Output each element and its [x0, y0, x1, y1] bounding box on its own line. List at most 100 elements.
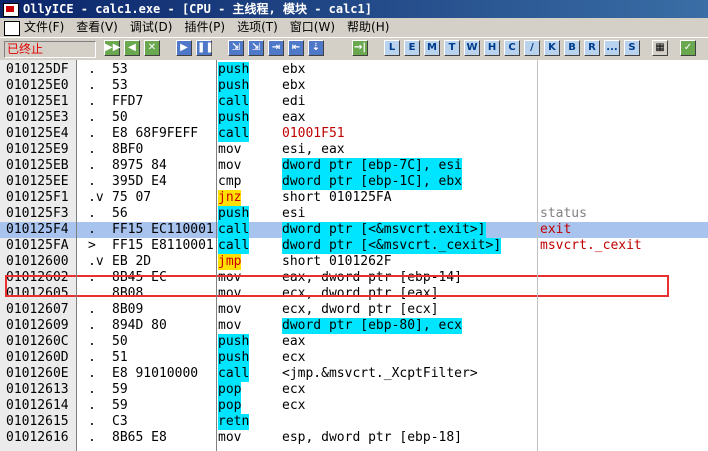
row-address: 010125E1	[6, 94, 69, 109]
disasm-row[interactable]: 010125DF. 53 push ebx	[0, 62, 708, 78]
row-hex: 51	[112, 350, 128, 365]
disasm-row[interactable]: 010125EB. 8975 84 mov dword ptr [ebp-7C], e…	[0, 158, 708, 174]
row-mnemonic: retn	[218, 414, 250, 430]
references-button[interactable]: R	[584, 40, 600, 56]
threads-button[interactable]: T	[444, 40, 460, 56]
menu-window[interactable]: 窗口(W)	[290, 20, 335, 34]
row-mnemonic: call	[218, 238, 250, 254]
row-operand: dword ptr [ebp-1C], ebx	[282, 174, 463, 190]
cpu-button[interactable]: C	[504, 40, 520, 56]
row-marker: .	[88, 318, 96, 333]
disasm-row[interactable]: 010125F3. 56 push esi status	[0, 206, 708, 222]
row-mnemonic: jnz	[218, 190, 242, 206]
source-button[interactable]: S	[624, 40, 640, 56]
patches-button[interactable]: /	[524, 40, 540, 56]
disasm-row[interactable]: 010125F4. FF15 EC110001 call dword ptr [<&m…	[0, 222, 708, 238]
disasm-row[interactable]: 01012616. 8B65 E8 mov esp, dword ptr [ebp-1…	[0, 430, 708, 446]
row-marker: .	[88, 206, 96, 221]
disasm-row[interactable]: 01012615. C3 retn	[0, 414, 708, 430]
open-icon[interactable]: ▶▶	[104, 40, 120, 56]
disasm-row[interactable]: 010125E1. FFD7 call edi	[0, 94, 708, 110]
disasm-row[interactable]: 01012605. 8B08 mov ecx, dword ptr [eax]	[0, 286, 708, 302]
row-address: 010125DF	[6, 62, 69, 77]
step-into-icon[interactable]: ⇲	[228, 40, 244, 56]
disasm-row[interactable]: 010125EE. 395D E4 cmp dword ptr [ebp-1C], e…	[0, 174, 708, 190]
row-operand: esi	[282, 206, 306, 221]
row-mnemonic: push	[218, 206, 250, 222]
row-hex: 59	[112, 382, 128, 397]
row-address: 010125EE	[6, 174, 69, 189]
grid-icon[interactable]: ▦	[652, 40, 668, 56]
disasm-row[interactable]: 01012609. 894D 80 mov dword ptr [ebp-80], e…	[0, 318, 708, 334]
row-operand: short 010125FA	[282, 190, 392, 205]
restart-icon[interactable]: ◀	[124, 40, 140, 56]
check-icon[interactable]: ✓	[680, 40, 696, 56]
menu-view[interactable]: 查看(V)	[76, 20, 118, 34]
disassembly-pane[interactable]: 010125DF. 53 push ebx 010125E0. 53 push ebx 0101…	[0, 60, 708, 451]
step-over-icon[interactable]: ⇲	[248, 40, 264, 56]
breakpoints-button[interactable]: B	[564, 40, 580, 56]
row-marker: .	[88, 222, 96, 237]
disasm-row[interactable]: 0101260D. 51 push ecx	[0, 350, 708, 366]
menu-plugins[interactable]: 插件(P)	[184, 20, 225, 34]
execute-till-return-icon[interactable]: ⇣	[308, 40, 324, 56]
disasm-row[interactable]: 01012600 .v EB 2D jmp short 0101262F	[0, 254, 708, 270]
memory-button[interactable]: M	[424, 40, 440, 56]
modules-button[interactable]: E	[404, 40, 420, 56]
disasm-row[interactable]: 01012613. 59 pop ecx	[0, 382, 708, 398]
row-marker: .	[88, 414, 96, 429]
disasm-row[interactable]: 010125E9. 8BF0 mov esi, eax	[0, 142, 708, 158]
close-icon[interactable]: ✕	[144, 40, 160, 56]
row-mnemonic: pop	[218, 382, 242, 398]
row-comment: exit	[540, 222, 572, 237]
pause-icon[interactable]: ❚❚	[196, 40, 214, 56]
handles-button[interactable]: H	[484, 40, 500, 56]
disasm-row[interactable]: 0101260C. 50 push eax	[0, 334, 708, 350]
row-marker: .v	[88, 254, 104, 269]
row-address: 010125FA	[6, 238, 69, 253]
row-mnemonic: push	[218, 62, 250, 78]
call-stack-button[interactable]: K	[544, 40, 560, 56]
disasm-row[interactable]: 010125F1 .v 75 07 jnz short 010125FA	[0, 190, 708, 206]
menu-debug[interactable]: 调试(D)	[130, 20, 173, 34]
row-address: 0101260C	[6, 334, 69, 349]
menu-help[interactable]: 帮助(H)	[347, 20, 389, 34]
log-button[interactable]: L	[384, 40, 400, 56]
disasm-row[interactable]: 01012614. 59 pop ecx	[0, 398, 708, 414]
row-address: 010125E4	[6, 126, 69, 141]
row-address: 010125E0	[6, 78, 69, 93]
menu-file[interactable]: 文件(F)	[24, 20, 64, 34]
disasm-row[interactable]: 01012607. 8B09 mov ecx, dword ptr [ecx]	[0, 302, 708, 318]
row-marker: .	[88, 78, 96, 93]
disasm-row[interactable]: 010125E4. E8 68F9FEFF call 01001F51	[0, 126, 708, 142]
row-hex: E8 68F9FEFF	[112, 126, 199, 141]
row-operand: eax	[282, 110, 306, 125]
window-icon[interactable]	[4, 21, 20, 36]
run-icon[interactable]: ▶	[176, 40, 192, 56]
column-divider	[76, 60, 77, 451]
row-hex: 8B08	[112, 286, 144, 301]
run-trace-button[interactable]: ...	[604, 40, 620, 56]
row-hex: 8B09	[112, 302, 144, 317]
row-operand: eax, dword ptr [ebp-14]	[282, 270, 463, 285]
windows-button[interactable]: W	[464, 40, 480, 56]
disasm-row[interactable]: 0101260E. E8 91010000 call <jmp.&msvcrt._Xc…	[0, 366, 708, 382]
disasm-row[interactable]: 010125E3. 50 push eax	[0, 110, 708, 126]
window-title: OllyICE - calc1.exe - [CPU - 主线程, 模块 - c…	[23, 2, 372, 16]
row-operand: <jmp.&msvcrt._XcptFilter>	[282, 366, 478, 381]
row-address: 010125F3	[6, 206, 69, 221]
disasm-row[interactable]: 01012602. 8B45 EC mov eax, dword ptr [ebp-1…	[0, 270, 708, 286]
trace-over-icon[interactable]: ⇤	[288, 40, 304, 56]
go-to-icon[interactable]: →|	[352, 40, 368, 56]
disasm-row[interactable]: 010125FA > FF15 E8110001 call dword ptr [<&m…	[0, 238, 708, 254]
row-mnemonic: call	[218, 366, 250, 382]
row-hex: 8B65 E8	[112, 430, 167, 445]
row-mnemonic: call	[218, 222, 250, 238]
row-address: 01012616	[6, 430, 69, 445]
disasm-row[interactable]: 010125E0. 53 push ebx	[0, 78, 708, 94]
row-mnemonic: jmp	[218, 254, 242, 270]
row-hex: 894D 80	[112, 318, 167, 333]
row-mnemonic: mov	[218, 286, 242, 301]
trace-into-icon[interactable]: ⇥	[268, 40, 284, 56]
menu-options[interactable]: 选项(T)	[237, 20, 278, 34]
